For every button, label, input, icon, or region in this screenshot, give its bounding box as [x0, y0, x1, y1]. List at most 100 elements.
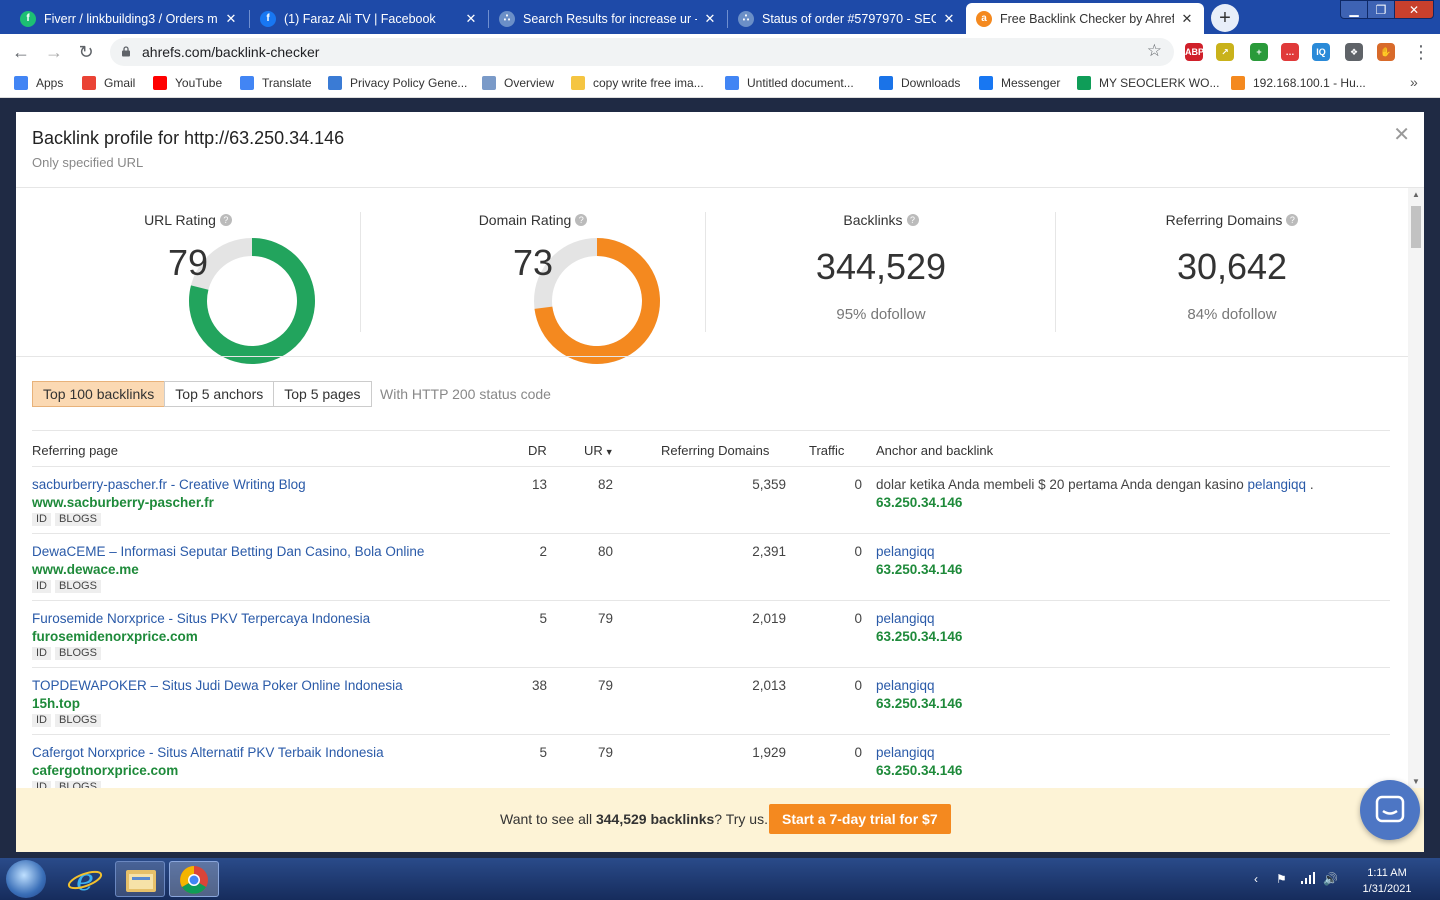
chat-widget-button[interactable]: [1360, 780, 1420, 840]
anchor-link[interactable]: pelangiqq: [876, 544, 935, 559]
bookmark-untitled-document[interactable]: Untitled document...: [725, 76, 854, 90]
anchor-text: pelangiqq: [876, 745, 935, 760]
anchor-link[interactable]: pelangiqq: [876, 678, 935, 693]
system-clock[interactable]: 1:11 AM 1/31/2021: [1352, 865, 1422, 897]
bookmark-seoclerk[interactable]: MY SEOCLERK WO...: [1077, 76, 1219, 90]
referring-domain-link[interactable]: 15h.top: [32, 696, 80, 711]
bookmark-messenger[interactable]: Messenger: [979, 76, 1060, 90]
referring-domain-link[interactable]: www.sacburberry-pascher.fr: [32, 495, 214, 510]
column-anchor[interactable]: Anchor and backlink: [876, 443, 993, 458]
help-icon[interactable]: ?: [219, 214, 232, 226]
referring-page-link[interactable]: sacburberry-pascher.fr - Creative Writin…: [32, 477, 306, 492]
browser-tab-ahrefs[interactable]: a Free Backlink Checker by Ahrefs ✕: [966, 3, 1204, 34]
column-ur[interactable]: UR ▼: [584, 443, 614, 458]
browser-menu-icon[interactable]: ⋮: [1412, 42, 1430, 63]
gmail-icon: [82, 76, 96, 90]
tab-top-backlinks[interactable]: Top 100 backlinks: [32, 381, 166, 407]
forward-arrow-icon[interactable]: →: [43, 41, 65, 63]
extension-icon[interactable]: ↗: [1216, 43, 1234, 61]
maximize-window-button[interactable]: ❐: [1367, 0, 1395, 19]
help-icon[interactable]: ?: [575, 214, 588, 226]
anchor-link[interactable]: pelangiqq: [876, 611, 935, 626]
browser-tab-search-results[interactable]: ∴ Search Results for increase ur - SE ✕: [489, 3, 727, 34]
close-icon[interactable]: ✕: [1393, 122, 1410, 147]
bookmark-star-icon[interactable]: ☆: [1147, 41, 1162, 61]
help-icon[interactable]: ?: [1286, 214, 1299, 226]
ur-value: 79: [597, 611, 613, 626]
column-dr[interactable]: DR: [528, 443, 547, 458]
browser-tab-order-status[interactable]: ∴ Status of order #5797970 - SEOC ✕: [728, 3, 966, 34]
extension-icon[interactable]: +: [1250, 43, 1268, 61]
referring-page-link[interactable]: Cafergot Norxprice - Situs Alternatif PK…: [32, 745, 384, 760]
referring-page-link[interactable]: TOPDEWAPOKER – Situs Judi Dewa Poker Onl…: [32, 678, 403, 693]
address-bar[interactable]: ahrefs.com/backlink-checker ☆: [110, 38, 1174, 66]
chrome-icon[interactable]: [169, 861, 219, 897]
row-tags: ID BLOGS: [32, 647, 105, 660]
close-window-button[interactable]: ✕: [1394, 0, 1434, 19]
show-hidden-icons-icon[interactable]: ‹: [1254, 872, 1258, 886]
bookmark-apps[interactable]: Apps: [14, 76, 63, 90]
internet-explorer-icon[interactable]: e: [60, 861, 110, 898]
iq-extension-icon[interactable]: IQ: [1312, 43, 1330, 61]
scroll-up-icon[interactable]: ▲: [1408, 190, 1424, 199]
referring-domain-link[interactable]: www.dewace.me: [32, 562, 139, 577]
browser-tab-facebook[interactable]: f (1) Faraz Ali TV | Facebook ✕: [250, 3, 488, 34]
dr-value: 13: [531, 477, 547, 492]
help-icon[interactable]: ?: [906, 214, 919, 226]
close-tab-icon[interactable]: ✕: [464, 11, 478, 27]
back-arrow-icon[interactable]: ←: [10, 41, 32, 63]
anchor-link[interactable]: pelangiqq: [876, 745, 935, 760]
start-trial-button[interactable]: Start a 7-day trial for $7: [769, 804, 951, 834]
bookmark-router[interactable]: 192.168.100.1 - Hu...: [1231, 76, 1366, 90]
browser-toolbar: ← → ↻ ahrefs.com/backlink-checker ☆ ABP …: [0, 34, 1440, 70]
extension-icon[interactable]: ✋: [1377, 43, 1395, 61]
reload-icon[interactable]: ↻: [75, 41, 97, 63]
windows-start-icon[interactable]: [6, 860, 46, 898]
backlink-target-link[interactable]: 63.250.34.146: [876, 696, 962, 711]
close-tab-icon[interactable]: ✕: [224, 11, 238, 27]
vertical-scrollbar[interactable]: ▲ ▼: [1408, 188, 1424, 788]
anchor-link[interactable]: pelangiqq: [1248, 477, 1307, 492]
puzzle-extensions-icon[interactable]: ❖: [1345, 43, 1363, 61]
tab-top-pages[interactable]: Top 5 pages: [273, 381, 372, 407]
network-signal-icon[interactable]: [1300, 872, 1316, 887]
bookmark-translate[interactable]: Translate: [240, 76, 312, 90]
backlink-target-link[interactable]: 63.250.34.146: [876, 495, 962, 510]
referring-page-link[interactable]: DewaCEME – Informasi Seputar Betting Dan…: [32, 544, 424, 559]
backlink-target-link[interactable]: 63.250.34.146: [876, 562, 962, 577]
browser-tab-fiverr[interactable]: f Fiverr / linkbuilding3 / Orders ma ✕: [10, 3, 248, 34]
close-tab-icon[interactable]: ✕: [703, 11, 717, 27]
backlinks-dofollow: 95% dofollow: [836, 306, 926, 323]
bookmark-copy-write[interactable]: copy write free ima...: [571, 76, 704, 90]
minimize-window-button[interactable]: ▁: [1340, 0, 1368, 19]
tab-top-anchors[interactable]: Top 5 anchors: [164, 381, 275, 407]
referring-domains-value: 2,013: [752, 678, 786, 693]
backlinks-metric: Backlinks? 344,529 95% dofollow: [706, 212, 1056, 332]
bookmark-gmail[interactable]: Gmail: [82, 76, 135, 90]
scrollbar-thumb[interactable]: [1411, 206, 1421, 248]
column-referring-page[interactable]: Referring page: [32, 443, 118, 458]
referring-domain-link[interactable]: furosemidenorxprice.com: [32, 629, 198, 644]
referring-page-link[interactable]: Furosemide Norxprice - Situs PKV Terperc…: [32, 611, 370, 626]
bookmark-overview[interactable]: Overview: [482, 76, 554, 90]
bookmark-downloads[interactable]: Downloads: [879, 76, 960, 90]
bookmark-privacy-policy[interactable]: Privacy Policy Gene...: [328, 76, 467, 90]
close-tab-icon[interactable]: ✕: [1180, 11, 1194, 27]
bookmark-youtube[interactable]: YouTube: [153, 76, 222, 90]
volume-icon[interactable]: 🔊: [1323, 872, 1338, 886]
close-tab-icon[interactable]: ✕: [942, 11, 956, 27]
adblock-extension-icon[interactable]: ABP: [1185, 43, 1204, 61]
backlink-target-link[interactable]: 63.250.34.146: [876, 629, 962, 644]
column-referring-domains[interactable]: Referring Domains: [661, 443, 769, 458]
referring-domains-metric: Referring Domains? 30,642 84% dofollow: [1056, 212, 1408, 332]
referring-domain-link[interactable]: cafergotnorxprice.com: [32, 763, 178, 778]
file-explorer-icon[interactable]: [115, 861, 165, 897]
extension-icon[interactable]: …: [1281, 43, 1299, 61]
action-center-flag-icon[interactable]: ⚑: [1276, 872, 1287, 886]
new-tab-button[interactable]: +: [1211, 4, 1239, 32]
column-traffic[interactable]: Traffic: [809, 443, 844, 458]
anchor-text: pelangiqq: [876, 544, 935, 559]
table-row: DewaCEME – Informasi Seputar Betting Dan…: [32, 533, 1390, 600]
backlink-target-link[interactable]: 63.250.34.146: [876, 763, 962, 778]
more-bookmarks-icon[interactable]: »: [1410, 74, 1418, 90]
